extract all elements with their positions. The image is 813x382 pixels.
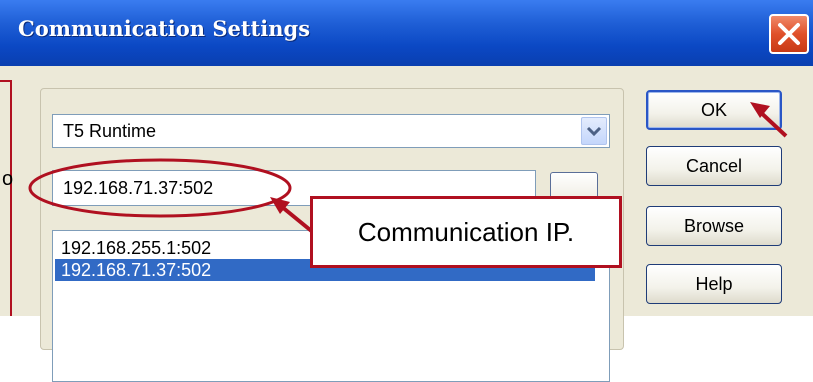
combo-dropdown-button[interactable] [581,117,607,145]
annotation-callout: Communication IP. [310,196,622,268]
title-bar: Communication Settings [0,0,813,66]
cancel-button-label: Cancel [685,156,743,176]
address-input-value: 192.168.71.37:502 [63,178,214,198]
annotation-callout-text: Communication IP. [357,217,575,247]
ok-button-label: OK [700,100,727,120]
help-button[interactable]: Help [646,264,782,304]
browse-button[interactable]: Browse [646,206,782,246]
ok-button[interactable]: OK [646,90,782,130]
runtime-combo[interactable]: T5 Runtime [52,114,610,148]
help-button-label: Help [695,274,733,294]
runtime-combo-value: T5 Runtime [63,121,157,141]
close-button[interactable] [769,14,809,54]
annotation-frame-left [0,80,12,316]
close-x-icon [778,23,800,45]
dialog-body: T5 Runtime 192.168.71.37:502 192.168.255… [0,66,813,382]
browse-button-label: Browse [683,216,745,236]
window-title: Communication Settings [18,16,311,41]
cancel-button[interactable]: Cancel [646,146,782,186]
annotation-edge-text: o [2,168,14,190]
chevron-down-icon [586,126,602,137]
